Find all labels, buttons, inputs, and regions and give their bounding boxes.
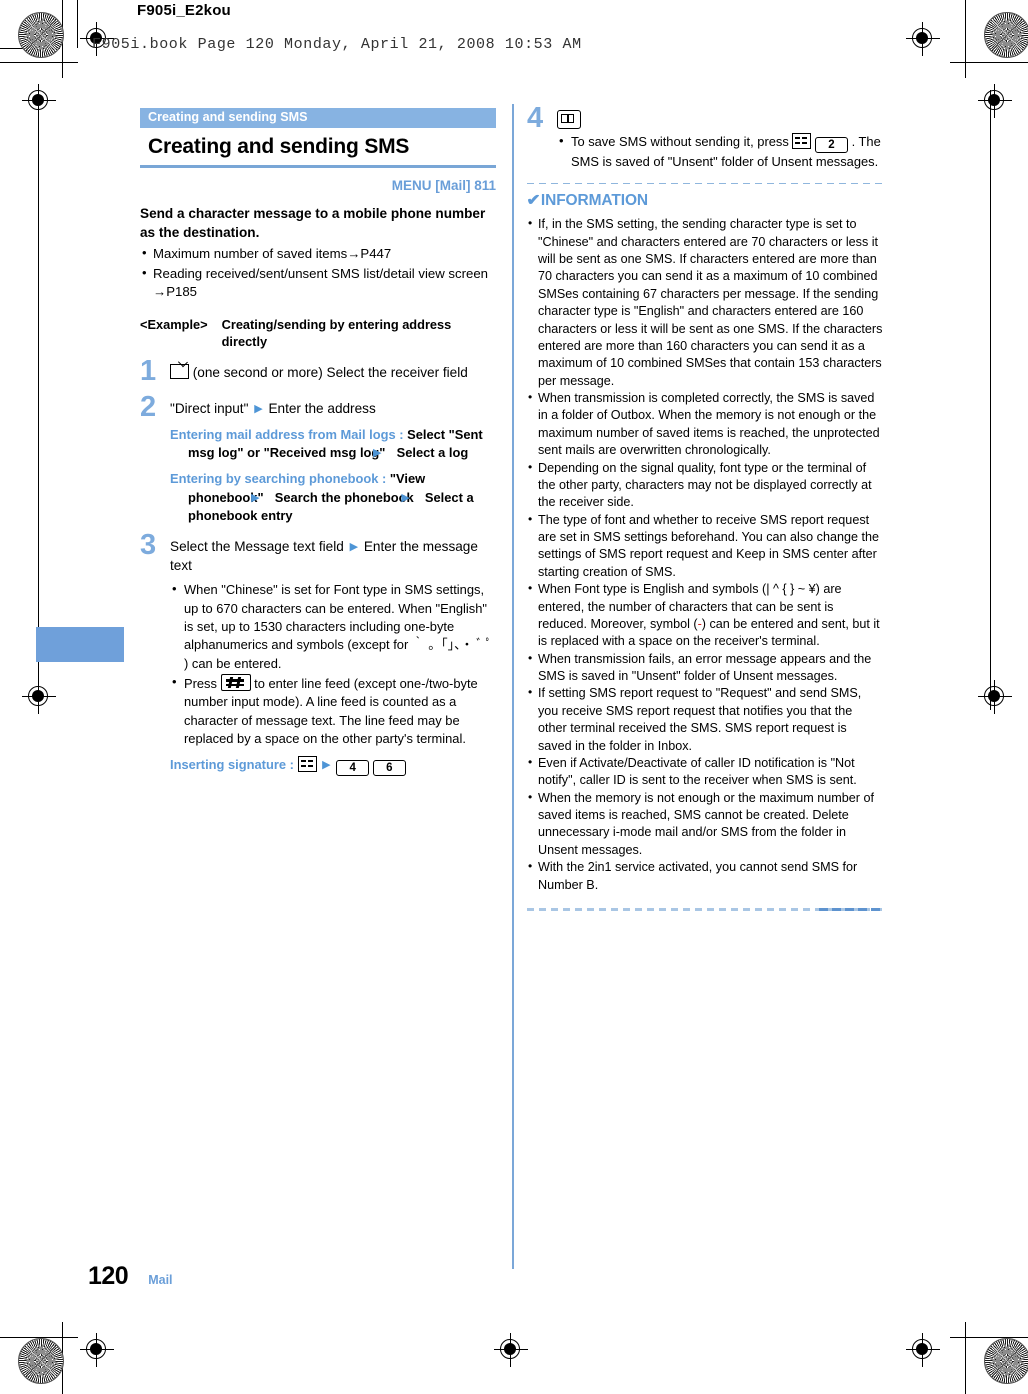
registration-mark-left-upper (22, 84, 56, 118)
arrow-right-icon: ▶ (322, 759, 331, 772)
example-row: <Example> Creating/sending by entering a… (140, 316, 496, 351)
example-label: <Example> (140, 316, 208, 332)
menu-key-icon (792, 133, 812, 150)
intro-bullet-list: Maximum number of saved items→P447 Readi… (140, 244, 496, 302)
numeric-key-6: 6 (372, 760, 406, 777)
step-4: 4 To save SMS without sending it, press … (527, 104, 883, 171)
substep-heading: Entering mail address from Mail logs : (170, 426, 404, 442)
step-2: 2 "Direct input" ▶ Enter the address Ent… (140, 392, 496, 526)
substep-insert-signature: Inserting signature : ▶ 4 6 (170, 756, 496, 777)
crop-line-top-right-v (965, 0, 966, 78)
step-4-notes: To save SMS without sending it, press 2 … (557, 132, 883, 171)
step-text-after: Enter the address (268, 400, 376, 416)
list-item: Reading received/sent/unsent SMS list/de… (140, 263, 496, 302)
list-item: If, in the SMS setting, the sending char… (527, 215, 883, 390)
step-number: 4 (527, 102, 544, 134)
column-divider (512, 104, 514, 1269)
information-top-rule (527, 183, 883, 185)
registration-mark-bottom-center (494, 1333, 528, 1367)
step-body: "Direct input" ▶ Enter the address (170, 399, 496, 418)
list-item: Depending on the signal quality, font ty… (527, 459, 883, 512)
crop-line-top-right-h (950, 62, 1028, 63)
book-file-line: F905i.book Page 120 Monday, April 21, 20… (92, 36, 582, 53)
left-column: Creating and sending SMS Creating and se… (140, 108, 496, 777)
registration-mark-right-middle (978, 680, 1012, 714)
crop-line-inner-top-v (77, 0, 78, 48)
intro-lead: Send a character message to a mobile pho… (140, 205, 486, 240)
substep-body-2: Select a log (396, 445, 469, 461)
substep-heading: Entering by searching phonebook : (170, 471, 387, 487)
substep-body-2: Search the phonebook (274, 489, 414, 505)
substep-heading: Inserting signature : (170, 757, 294, 773)
substep-mail-logs: Entering mail address from Mail logs : S… (170, 426, 483, 461)
list-item: To save SMS without sending it, press 2 … (557, 132, 883, 171)
registration-mark-right-upper (978, 84, 1012, 118)
menu-path: MENU [Mail] 811 (391, 177, 496, 193)
title-rule (140, 164, 496, 168)
step-body (557, 110, 883, 130)
list-item: With the 2in1 service activated, you can… (527, 858, 883, 894)
step-1: 1 (one second or more) Select the receiv… (140, 356, 496, 387)
step-number: 2 (140, 390, 157, 423)
list-item: Maximum number of saved items→P447 (140, 244, 496, 264)
crop-line-left-edge (38, 90, 39, 710)
page-footer: 120 Mail (88, 1262, 173, 1291)
information-title: INFORMATION (540, 192, 648, 210)
numeric-key-2: 2 (815, 137, 848, 154)
crop-line-bottom-right-h (950, 1337, 1028, 1338)
step-text-before: "Direct input" (170, 400, 249, 416)
print-starburst-bottom-left (18, 1338, 64, 1384)
crop-line-right-edge (990, 90, 991, 710)
document-code: F905i_E2kou (137, 2, 231, 19)
crop-line-top-left-h (0, 62, 78, 63)
chapter-bar: Creating and sending SMS (140, 108, 496, 128)
substep-search-phonebook: Entering by searching phonebook : "View … (170, 471, 474, 524)
page-title: Creating and sending SMS (148, 134, 410, 158)
information-heading: ✔INFORMATION (526, 190, 883, 212)
print-starburst-top-right (984, 12, 1028, 58)
print-starburst-bottom-right (984, 1338, 1028, 1384)
list-item: The type of font and whether to receive … (527, 511, 883, 582)
step-body: Select the Message text field ▶ Enter th… (170, 537, 496, 575)
information-bottom-rule (527, 907, 883, 911)
arrow-right-icon: ▶ (254, 402, 263, 415)
step-number: 1 (140, 354, 157, 387)
list-item: If setting SMS report request to "Reques… (527, 684, 883, 755)
list-item: When transmission is completed correctly… (527, 389, 883, 460)
step-text: (one second or more) Select the receiver… (192, 364, 468, 380)
registration-mark-bottom-right (906, 1333, 940, 1367)
list-item: Press to enter line feed (except one-/tw… (170, 673, 496, 748)
crop-line-bottom-right-v (965, 1322, 966, 1394)
step-3-notes: When "Chinese" is set for Font type in S… (170, 580, 496, 748)
step-3: 3 Select the Message text field ▶ Enter … (140, 531, 496, 777)
hash-key-icon (220, 673, 251, 691)
list-item-symbol-note: When Font type is English and symbols (|… (527, 580, 883, 651)
menu-key-icon (297, 756, 317, 773)
information-list: If, in the SMS setting, the sending char… (527, 215, 883, 894)
registration-mark-bottom-left (80, 1333, 114, 1367)
footer-section-label: Mail (148, 1273, 173, 1287)
numeric-key-4: 4 (336, 760, 370, 777)
arrow-right-icon: ▶ (349, 541, 359, 554)
print-starburst-top-left (18, 12, 64, 58)
note-text-pre: To save SMS without sending it, press (571, 134, 789, 150)
step-text-before: Select the Message text field (170, 539, 344, 555)
example-text: Creating/sending by entering address dir… (221, 316, 452, 350)
registration-mark-left-middle (22, 680, 56, 714)
list-item: When the memory is not enough or the max… (527, 789, 883, 860)
list-item: Even if Activate/Deactivate of caller ID… (527, 754, 883, 790)
mail-key-icon (170, 363, 189, 379)
registration-mark-top-right (906, 22, 940, 56)
check-icon: ✔ (526, 192, 541, 210)
book-key-icon (557, 110, 581, 129)
list-item: When transmission fails, an error messag… (527, 650, 883, 686)
right-column: 4 To save SMS without sending it, press … (526, 104, 883, 911)
note-text-pre: Press (184, 675, 217, 691)
page-number: 120 (88, 1262, 129, 1290)
list-item: When "Chinese" is set for Font type in S… (170, 580, 496, 673)
section-thumb-tab (36, 627, 124, 662)
step-number: 3 (140, 529, 157, 562)
step-body: (one second or more) Select the receiver… (170, 363, 496, 382)
